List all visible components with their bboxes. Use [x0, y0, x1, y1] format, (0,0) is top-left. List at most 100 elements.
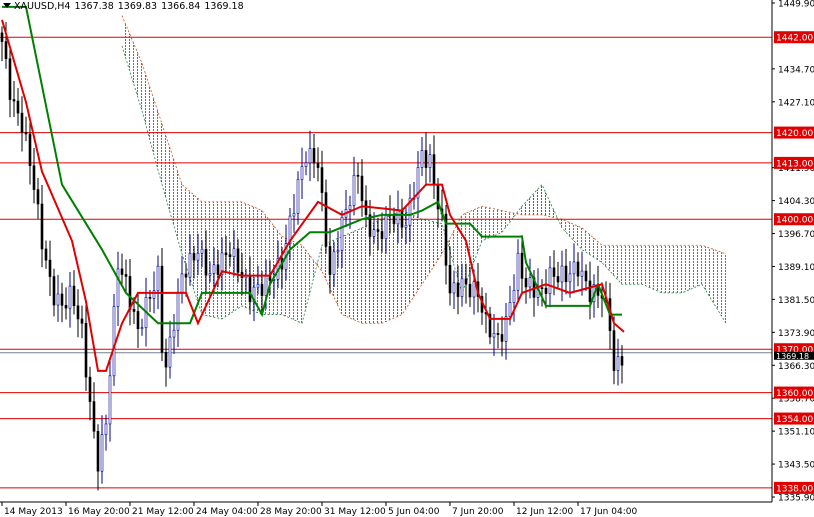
candle-body	[116, 268, 120, 307]
open-value: 1367.38	[74, 1, 114, 12]
candle-body	[372, 229, 376, 237]
candle-body	[516, 252, 520, 291]
price-tick-label: 1427.10	[778, 98, 814, 108]
candle-body	[304, 162, 308, 167]
candle-body	[620, 356, 624, 366]
cloud-segment	[702, 245, 726, 324]
candle-body	[572, 261, 576, 275]
candle-body	[128, 276, 132, 310]
candle-body	[132, 309, 136, 312]
price-tick-label: 1404.30	[778, 197, 814, 207]
candle-body	[320, 167, 324, 193]
candle-body	[580, 270, 584, 277]
dropdown-triangle-icon[interactable]	[3, 3, 11, 8]
candle-body	[492, 333, 496, 338]
price-tick-label: 1343.50	[778, 461, 814, 471]
candle-body	[340, 216, 344, 251]
cloud-segment	[142, 63, 162, 185]
candle-body	[28, 133, 32, 166]
candle-body	[392, 215, 396, 225]
candle-body	[124, 274, 128, 277]
candle-body	[312, 148, 316, 164]
level-price-label: 1400.00	[776, 216, 813, 226]
candle-body	[224, 252, 228, 256]
candle-body	[40, 203, 44, 250]
candle-body	[236, 248, 240, 273]
candle-body	[496, 333, 500, 335]
candle-body	[164, 352, 168, 368]
candle-body	[156, 265, 160, 292]
candle-body	[432, 154, 436, 186]
time-tick-label: 14 May 2013	[4, 507, 63, 517]
price-tick-label: 1396.70	[778, 230, 814, 240]
candle-body	[568, 273, 572, 283]
candle-body	[20, 112, 24, 133]
time-tick-label: 28 May 20:00	[260, 507, 322, 517]
candle-body	[464, 278, 468, 285]
price-tick-label: 1449.90	[778, 0, 814, 10]
candle-body	[508, 302, 512, 317]
candle-body	[24, 131, 28, 135]
time-tick-label: 5 Jun 04:00	[388, 507, 440, 517]
candle-body	[140, 327, 144, 330]
candles	[0, 22, 624, 491]
candle-body	[64, 305, 68, 309]
time-tick-label: 24 May 04:00	[196, 507, 258, 517]
candle-body	[500, 334, 504, 342]
time-tick-label: 12 Jun 12:00	[516, 507, 573, 517]
level-price-label: 1413.00	[776, 159, 813, 169]
candle-body	[360, 175, 364, 202]
candle-body	[200, 248, 204, 254]
candle-body	[588, 280, 592, 303]
price-tick-label: 1373.90	[778, 329, 814, 339]
level-price-label: 1420.00	[776, 129, 813, 139]
cloud-segment	[602, 245, 622, 285]
candle-body	[584, 270, 588, 282]
level-price-label: 1338.00	[776, 484, 813, 494]
candle-body	[96, 430, 100, 472]
candle-body	[468, 283, 472, 298]
candle-body	[548, 267, 552, 294]
candle-body	[352, 174, 356, 206]
candle-body	[172, 329, 176, 338]
cloud-segment	[342, 227, 362, 324]
candle-body	[260, 284, 264, 296]
candle-body	[68, 285, 72, 309]
candle-body	[120, 268, 124, 275]
time-tick-label: 31 May 12:00	[324, 507, 386, 517]
price-chart[interactable]: 1449.901434.701427.101411.901404.301396.…	[0, 0, 814, 517]
candle-body	[256, 284, 260, 288]
candle-body	[512, 290, 516, 303]
candle-body	[308, 148, 312, 164]
candle-body	[112, 306, 116, 377]
candle-body	[556, 276, 560, 283]
level-price-label: 1360.00	[776, 389, 813, 399]
candle-body	[380, 231, 384, 240]
candle-body	[420, 150, 424, 168]
candle-body	[448, 264, 452, 294]
candle-body	[184, 273, 188, 278]
candle-body	[148, 297, 152, 299]
candle-body	[212, 264, 216, 274]
candle-body	[12, 99, 16, 102]
candle-body	[264, 275, 268, 296]
level-price-label: 1442.00	[776, 34, 813, 44]
candle-body	[56, 293, 60, 306]
candle-body	[560, 265, 564, 283]
candle-body	[0, 32, 4, 42]
candle-body	[544, 287, 548, 294]
candle-body	[336, 250, 340, 253]
candle-body	[84, 323, 88, 378]
cloud-segment	[522, 184, 542, 215]
candle-body	[216, 264, 220, 275]
candle-body	[428, 154, 432, 168]
candle-body	[332, 251, 336, 275]
candle-body	[32, 165, 36, 190]
candle-body	[268, 275, 272, 281]
candle-body	[460, 278, 464, 297]
candle-body	[160, 265, 164, 353]
candle-body	[232, 248, 236, 258]
candle-body	[520, 252, 524, 279]
candle-body	[208, 273, 212, 276]
candle-body	[104, 423, 108, 435]
